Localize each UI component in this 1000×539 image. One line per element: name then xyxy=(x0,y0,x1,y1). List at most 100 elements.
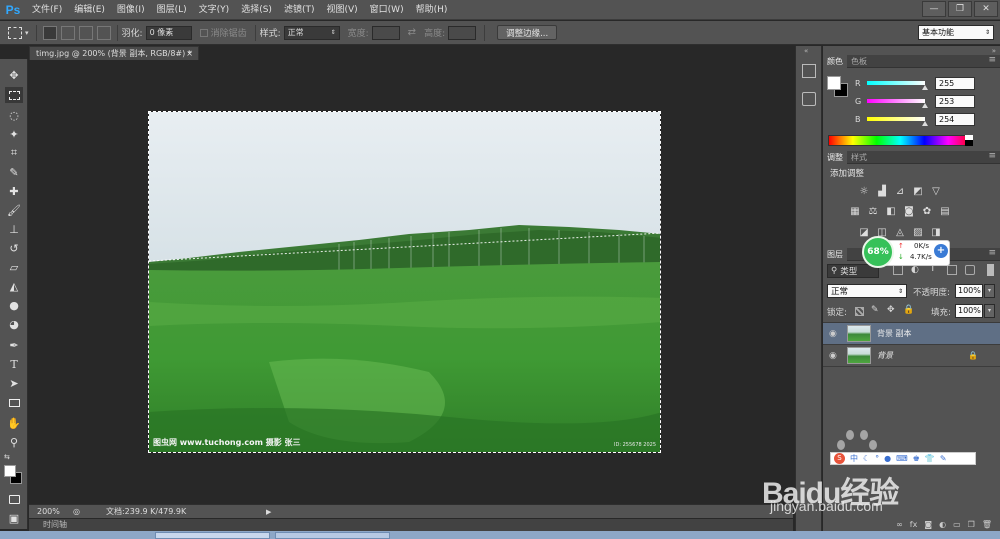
healing-brush-tool-icon[interactable]: ✚ xyxy=(5,183,23,199)
taskbar-button[interactable] xyxy=(275,532,390,539)
photo-filter-icon[interactable]: ◙ xyxy=(903,206,915,217)
panel-collapse-arrows-icon[interactable]: « xyxy=(804,47,808,55)
layer-row[interactable]: ◉ 背景 副本 xyxy=(823,323,1000,345)
menu-filter[interactable]: 滤镜(T) xyxy=(278,0,321,20)
style-select[interactable]: 正常 ⇕ xyxy=(283,25,340,40)
layer-name[interactable]: 背景 副本 xyxy=(877,328,912,339)
feather-input[interactable]: 0 像素 xyxy=(145,25,192,40)
crop-tool-icon[interactable]: ⌗ xyxy=(5,145,23,161)
tab-color[interactable]: 颜色 xyxy=(823,54,847,68)
ime-voice-icon[interactable]: ● xyxy=(884,454,891,463)
blur-tool-icon[interactable]: ● xyxy=(5,297,23,313)
workspace-select[interactable]: 基本功能 ⇕ xyxy=(918,25,994,40)
filter-smart-object-icon[interactable] xyxy=(965,265,975,275)
taskbar-button[interactable] xyxy=(155,532,270,539)
menu-type[interactable]: 文字(Y) xyxy=(193,0,236,20)
tab-swatches[interactable]: 色板 xyxy=(847,55,871,68)
filter-toggle-switch[interactable] xyxy=(987,264,994,276)
new-layer-icon[interactable]: ❐ xyxy=(968,520,975,529)
pen-tool-icon[interactable]: ✒ xyxy=(5,337,23,353)
ime-tools-icon[interactable]: ✎ xyxy=(940,454,947,463)
close-button[interactable]: ✕ xyxy=(974,1,998,17)
vibrance-icon[interactable]: ▽ xyxy=(930,186,942,197)
height-input[interactable] xyxy=(448,25,477,40)
fill-input[interactable]: 100% xyxy=(955,304,983,318)
lock-transparent-icon[interactable] xyxy=(855,307,864,316)
type-tool-icon[interactable]: T xyxy=(5,356,23,372)
eraser-tool-icon[interactable]: ▱ xyxy=(5,259,23,275)
ime-keyboard-icon[interactable]: ⌨ xyxy=(896,454,908,463)
channel-value-input[interactable]: 253 xyxy=(935,94,975,108)
zoom-tool-icon[interactable]: ⚲ xyxy=(5,434,23,450)
hand-tool-icon[interactable]: ✋ xyxy=(5,415,23,431)
visibility-eye-icon[interactable]: ◉ xyxy=(829,351,841,361)
tab-layers[interactable]: 图层 xyxy=(823,247,847,261)
screen-mode-icon[interactable]: ▣ xyxy=(5,510,23,526)
path-selection-tool-icon[interactable]: ➤ xyxy=(5,375,23,391)
menu-window[interactable]: 窗口(W) xyxy=(364,0,410,20)
ime-shirt-icon[interactable]: 👕 xyxy=(925,454,935,463)
color-lookup-icon[interactable]: ▤ xyxy=(939,206,951,217)
new-adjustment-icon[interactable]: ◐ xyxy=(939,520,946,529)
restore-button[interactable]: ❐ xyxy=(948,1,972,17)
link-layers-icon[interactable]: ∞ xyxy=(896,520,903,529)
levels-icon[interactable]: ▟ xyxy=(876,186,888,197)
curves-icon[interactable]: ⊿ xyxy=(894,186,906,197)
tab-adjustments[interactable]: 调整 xyxy=(823,150,847,164)
color-balance-icon[interactable]: ⚖ xyxy=(867,206,879,217)
clone-stamp-tool-icon[interactable]: ⊥ xyxy=(5,221,23,237)
panel-menu-icon[interactable]: ≡ xyxy=(988,151,996,161)
color-slider-b[interactable]: B 254 xyxy=(831,112,991,126)
layer-row[interactable]: ◉ 背景 🔒 xyxy=(823,345,1000,367)
move-tool-icon[interactable]: ✥ xyxy=(5,67,23,83)
paint-bucket-tool-icon[interactable]: ◭ xyxy=(5,278,23,294)
antialias-checkbox[interactable] xyxy=(199,28,208,37)
status-info-icon[interactable]: ◎ xyxy=(73,507,80,516)
channel-mixer-icon[interactable]: ✿ xyxy=(921,206,933,217)
tab-styles[interactable]: 样式 xyxy=(847,151,871,164)
menu-layer[interactable]: 图层(L) xyxy=(151,0,193,20)
lasso-tool-icon[interactable]: ◌ xyxy=(5,107,23,123)
history-panel-icon[interactable] xyxy=(802,64,816,78)
menu-view[interactable]: 视图(V) xyxy=(320,0,363,20)
menu-edit[interactable]: 编辑(E) xyxy=(68,0,111,20)
slider-thumb[interactable] xyxy=(921,103,928,108)
document-tab[interactable]: timg.jpg @ 200% (背景 副本, RGB/8#) * × xyxy=(29,46,199,60)
brush-tool-icon[interactable]: 🖌 xyxy=(5,202,23,218)
add-mask-icon[interactable]: ◙ xyxy=(924,520,932,529)
document-canvas-image[interactable]: 图虫网 www.tuchong.com 摄影 张三 ID: 255678 202… xyxy=(148,111,661,453)
lock-all-icon[interactable]: 🔒 xyxy=(903,305,914,315)
delete-layer-icon[interactable]: 🗑 xyxy=(982,520,992,529)
marquee-preset-icon[interactable] xyxy=(8,26,22,39)
network-monitor-widget[interactable]: 68% ↑ 0K/s ↓ 4.7K/s + xyxy=(862,236,950,268)
lock-pixels-icon[interactable]: ✎ xyxy=(871,305,879,315)
fill-dropdown-button[interactable]: ▾ xyxy=(984,304,995,318)
exposure-icon[interactable]: ◩ xyxy=(912,186,924,197)
ime-skin-icon[interactable]: ♚ xyxy=(913,454,920,463)
intersect-selection-icon[interactable] xyxy=(96,25,111,40)
menu-image[interactable]: 图像(I) xyxy=(111,0,151,20)
close-icon[interactable]: × xyxy=(186,47,193,60)
visibility-eye-icon[interactable]: ◉ xyxy=(829,329,841,339)
menu-select[interactable]: 选择(S) xyxy=(235,0,278,20)
panel-collapse-arrows-icon[interactable]: » xyxy=(992,47,996,55)
swap-dimensions-icon[interactable]: ⇄ xyxy=(408,27,416,38)
brightness-contrast-icon[interactable]: ☼ xyxy=(858,186,870,197)
menu-help[interactable]: 帮助(H) xyxy=(410,0,454,20)
width-input[interactable] xyxy=(371,25,400,40)
color-slider-r[interactable]: R 255 xyxy=(831,76,991,90)
panel-menu-icon[interactable]: ≡ xyxy=(988,55,996,65)
slider-track[interactable] xyxy=(867,81,928,90)
hue-saturation-icon[interactable]: ▦ xyxy=(849,206,861,217)
new-selection-icon[interactable] xyxy=(42,25,57,40)
spectrum-black-swatch[interactable] xyxy=(965,140,973,146)
layer-thumbnail[interactable] xyxy=(847,347,871,364)
properties-panel-icon[interactable] xyxy=(802,92,816,106)
history-brush-tool-icon[interactable]: ↺ xyxy=(5,240,23,256)
subtract-selection-icon[interactable] xyxy=(78,25,93,40)
color-slider-g[interactable]: G 253 xyxy=(831,94,991,108)
menu-file[interactable]: 文件(F) xyxy=(26,0,68,20)
minimize-button[interactable]: — xyxy=(922,1,946,17)
dodge-tool-icon[interactable]: ◕ xyxy=(5,316,23,332)
magic-wand-tool-icon[interactable]: ✦ xyxy=(5,126,23,142)
